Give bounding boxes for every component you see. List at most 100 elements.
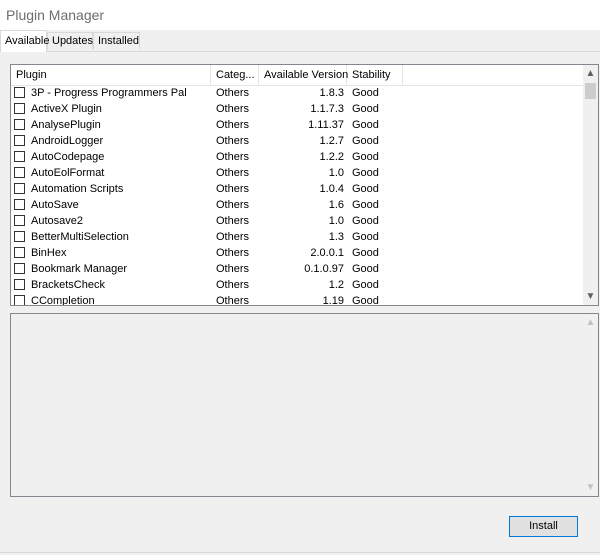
plugin-checkbox[interactable] — [14, 87, 25, 98]
table-row[interactable]: AndroidLogger Others 1.2.7 Good — [11, 133, 585, 149]
plugin-stability: Good — [352, 151, 379, 163]
plugin-name: Autosave2 — [31, 215, 83, 227]
plugin-category: Others — [216, 151, 250, 163]
plugin-stability: Good — [352, 135, 379, 147]
plugin-category: Others — [216, 135, 250, 147]
plugin-version: 1.6 — [328, 199, 344, 211]
plugin-stability: Good — [352, 119, 379, 131]
scroll-down-icon[interactable]: ▼ — [583, 288, 598, 305]
plugin-checkbox[interactable] — [14, 183, 25, 194]
column-header-version[interactable]: Available Version — [259, 65, 348, 85]
table-row[interactable]: Bookmark Manager Others 0.1.0.97 Good — [11, 261, 585, 277]
plugin-stability: Good — [352, 231, 379, 243]
install-button[interactable]: Install — [509, 516, 578, 537]
window-title: Plugin Manager — [6, 7, 105, 23]
plugin-category: Others — [216, 183, 250, 195]
plugin-stability: Good — [352, 247, 379, 259]
plugin-version: 1.8.3 — [319, 87, 344, 99]
plugin-name: AutoEolFormat — [31, 167, 105, 179]
plugin-version: 2.0.0.1 — [310, 247, 344, 259]
tab-updates[interactable]: Updates — [47, 32, 93, 49]
plugin-stability: Good — [352, 87, 379, 99]
plugin-category: Others — [216, 119, 250, 131]
plugin-version: 1.2.2 — [319, 151, 344, 163]
plugin-checkbox[interactable] — [14, 135, 25, 146]
plugin-checkbox[interactable] — [14, 167, 25, 178]
column-header-stability[interactable]: Stability — [347, 65, 403, 85]
divider — [0, 552, 600, 553]
table-row[interactable]: AutoCodepage Others 1.2.2 Good — [11, 149, 585, 165]
plugin-category: Others — [216, 295, 250, 305]
tab-installed[interactable]: Installed — [93, 32, 140, 49]
plugin-version: 0.1.0.97 — [304, 263, 344, 275]
plugin-category: Others — [216, 215, 250, 227]
plugin-category: Others — [216, 263, 250, 275]
plugin-version: 1.3 — [328, 231, 344, 243]
plugin-stability: Good — [352, 199, 379, 211]
plugin-category: Others — [216, 103, 250, 115]
plugin-checkbox[interactable] — [14, 263, 25, 274]
plugin-checkbox[interactable] — [14, 247, 25, 258]
plugin-version: 1.2 — [328, 279, 344, 291]
table-row[interactable]: BracketsCheck Others 1.2 Good — [11, 277, 585, 293]
column-header-category[interactable]: Categ... — [211, 65, 259, 85]
table-row[interactable]: ActiveX Plugin Others 1.1.7.3 Good — [11, 101, 585, 117]
plugin-version: 1.0.4 — [319, 183, 344, 195]
list-body: 3P - Progress Programmers Pal Others 1.8.3… — [11, 85, 585, 305]
scroll-up-icon: ▲ — [585, 317, 596, 328]
plugin-name: ActiveX Plugin — [31, 103, 102, 115]
plugin-stability: Good — [352, 183, 379, 195]
plugin-checkbox[interactable] — [14, 199, 25, 210]
scroll-thumb[interactable] — [585, 83, 596, 99]
table-row[interactable]: AutoSave Others 1.6 Good — [11, 197, 585, 213]
table-row[interactable]: AutoEolFormat Others 1.0 Good — [11, 165, 585, 181]
plugin-category: Others — [216, 167, 250, 179]
plugin-category: Others — [216, 231, 250, 243]
plugin-stability: Good — [352, 215, 379, 227]
plugin-checkbox[interactable] — [14, 215, 25, 226]
plugin-category: Others — [216, 247, 250, 259]
plugin-version: 1.1.7.3 — [310, 103, 344, 115]
table-row[interactable]: Autosave2 Others 1.0 Good — [11, 213, 585, 229]
plugin-checkbox[interactable] — [14, 231, 25, 242]
plugin-category: Others — [216, 199, 250, 211]
list-header: Plugin Categ... Available Version Stabil… — [11, 65, 585, 86]
plugin-version: 1.19 — [322, 295, 344, 305]
plugin-name: Automation Scripts — [31, 183, 124, 195]
plugin-name: AndroidLogger — [31, 135, 104, 147]
plugin-version: 1.0 — [328, 167, 344, 179]
plugin-checkbox[interactable] — [14, 151, 25, 162]
plugin-name: BracketsCheck — [31, 279, 105, 291]
table-row[interactable]: BetterMultiSelection Others 1.3 Good — [11, 229, 585, 245]
list-scrollbar[interactable]: ▲ ▼ — [583, 65, 598, 305]
plugin-checkbox[interactable] — [14, 295, 25, 305]
scroll-up-icon[interactable]: ▲ — [583, 65, 598, 82]
tab-available[interactable]: Available — [0, 30, 49, 52]
plugin-category: Others — [216, 87, 250, 99]
plugin-version: 1.11.37 — [308, 119, 344, 131]
table-row[interactable]: AnalysePlugin Others 1.11.37 Good — [11, 117, 585, 133]
description-panel: ▲ ▼ — [10, 313, 599, 497]
plugin-version: 1.2.7 — [319, 135, 344, 147]
plugin-stability: Good — [352, 279, 379, 291]
plugin-list[interactable]: Plugin Categ... Available Version Stabil… — [10, 64, 599, 306]
plugin-checkbox[interactable] — [14, 103, 25, 114]
column-header-plugin[interactable]: Plugin — [11, 65, 211, 85]
table-row[interactable]: Automation Scripts Others 1.0.4 Good — [11, 181, 585, 197]
tab-bar: Available Updates Installed — [0, 30, 600, 52]
plugin-checkbox[interactable] — [14, 279, 25, 290]
plugin-category: Others — [216, 279, 250, 291]
plugin-name: AnalysePlugin — [31, 119, 101, 131]
plugin-name: BinHex — [31, 247, 67, 259]
plugin-stability: Good — [352, 103, 379, 115]
plugin-stability: Good — [352, 167, 379, 179]
title-bar: Plugin Manager — [0, 0, 600, 30]
table-row[interactable]: CCompletion Others 1.19 Good — [11, 293, 585, 305]
plugin-name: CCompletion — [31, 295, 95, 305]
plugin-name: AutoCodepage — [31, 151, 105, 163]
table-row[interactable]: BinHex Others 2.0.0.1 Good — [11, 245, 585, 261]
plugin-name: 3P - Progress Programmers Pal — [31, 87, 187, 99]
plugin-checkbox[interactable] — [14, 119, 25, 130]
plugin-name: BetterMultiSelection — [31, 231, 129, 243]
table-row[interactable]: 3P - Progress Programmers Pal Others 1.8.3… — [11, 85, 585, 101]
